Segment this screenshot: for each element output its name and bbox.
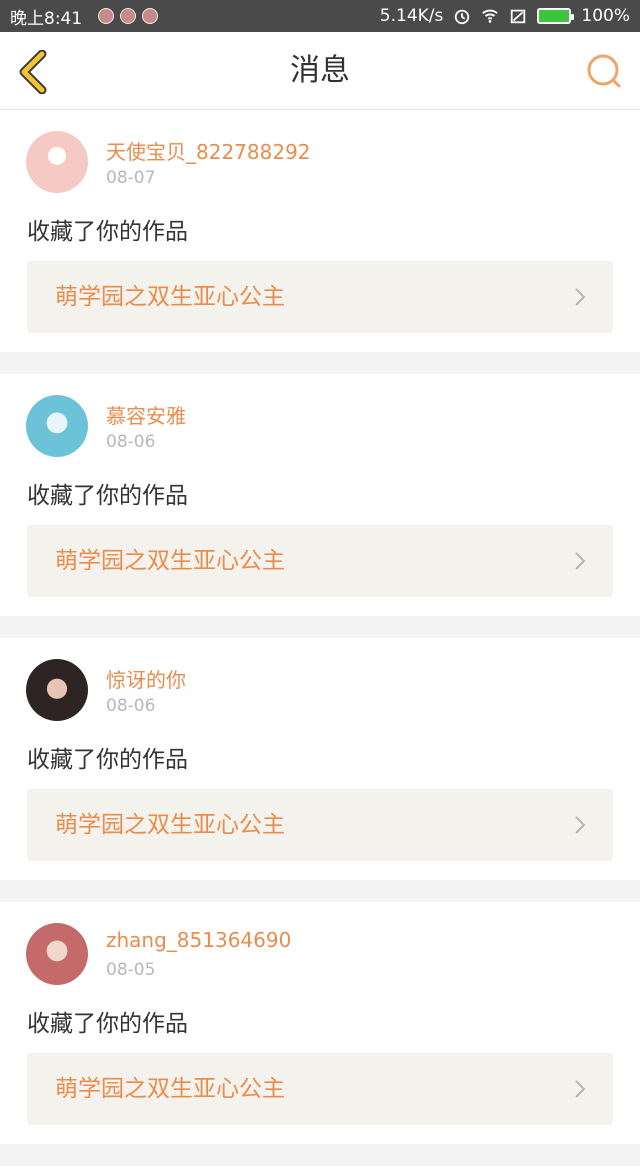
signal-icon [511, 9, 526, 24]
message-card: 惊讶的你 08-06 收藏了你的作品 萌学园之双生亚心公主 [0, 638, 640, 880]
network-speed: 5.14K/s [379, 6, 444, 26]
battery-level: 100% [581, 6, 630, 26]
battery-icon [537, 8, 575, 24]
message-date: 08-07 [106, 168, 156, 188]
page-title: 消息 [290, 53, 350, 88]
avatar[interactable] [26, 395, 88, 457]
chevron-right-icon [575, 816, 586, 834]
username[interactable]: 慕容安雅 [106, 400, 186, 429]
message-date: 08-06 [106, 432, 156, 452]
message-date: 08-06 [106, 696, 156, 716]
work-title: 萌学园之双生亚心公主 [55, 812, 285, 838]
chevron-right-icon [575, 552, 586, 570]
work-title: 萌学园之双生亚心公主 [55, 548, 285, 574]
search-icon [587, 54, 621, 88]
message-text: 收藏了你的作品 [27, 219, 188, 245]
avatar[interactable] [26, 659, 88, 721]
work-link[interactable]: 萌学园之双生亚心公主 [27, 789, 613, 861]
message-date: 08-05 [106, 960, 156, 980]
status-bar: 晚上8:41 5.14K/s 100% [0, 0, 640, 32]
avatar[interactable] [26, 923, 88, 985]
chevron-right-icon [575, 1080, 586, 1098]
message-card: 慕容安雅 08-06 收藏了你的作品 萌学园之双生亚心公主 [0, 374, 640, 616]
work-link[interactable]: 萌学园之双生亚心公主 [27, 1053, 613, 1125]
app-notification-icon [98, 8, 115, 24]
nav-header: 消息 [0, 32, 640, 110]
message-text: 收藏了你的作品 [27, 483, 188, 509]
work-link[interactable]: 萌学园之双生亚心公主 [27, 525, 613, 597]
username[interactable]: zhang_851364690 [106, 928, 291, 952]
message-card: 天使宝贝_822788292 08-07 收藏了你的作品 萌学园之双生亚心公主 [0, 110, 640, 352]
username[interactable]: 惊讶的你 [106, 664, 186, 693]
message-list: 天使宝贝_822788292 08-07 收藏了你的作品 萌学园之双生亚心公主 … [0, 110, 640, 1166]
app-notification-icon [120, 8, 137, 24]
search-button[interactable] [584, 52, 624, 92]
alarm-icon [455, 9, 470, 25]
work-link[interactable]: 萌学园之双生亚心公主 [27, 261, 613, 333]
work-title: 萌学园之双生亚心公主 [55, 284, 285, 310]
status-time: 晚上8:41 [10, 8, 83, 29]
message-text: 收藏了你的作品 [27, 747, 188, 773]
wifi-icon [482, 9, 499, 23]
avatar[interactable] [26, 131, 88, 193]
chevron-right-icon [575, 288, 586, 306]
username[interactable]: 天使宝贝_822788292 [106, 136, 311, 165]
app-notification-icon [142, 8, 159, 24]
message-card: zhang_851364690 08-05 收藏了你的作品 萌学园之双生亚心公主 [0, 902, 640, 1144]
work-title: 萌学园之双生亚心公主 [55, 1076, 285, 1102]
message-text: 收藏了你的作品 [27, 1011, 188, 1037]
